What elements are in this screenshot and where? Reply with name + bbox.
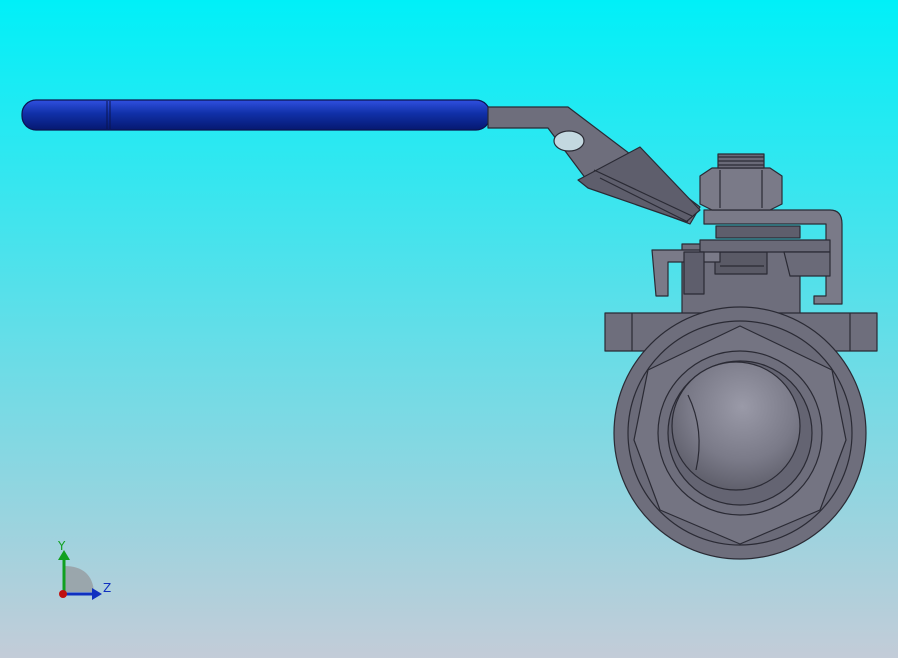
ball <box>671 361 801 491</box>
triad-x-axis <box>59 590 67 598</box>
viewport-canvas[interactable]: Y Z <box>0 0 898 658</box>
graphics-viewport[interactable]: Y Z <box>0 0 898 658</box>
handle-grip[interactable] <box>21 99 491 131</box>
triad-y-label: Y <box>57 539 66 553</box>
triad-z-label: Z <box>103 581 111 595</box>
valve-body[interactable] <box>613 306 867 560</box>
